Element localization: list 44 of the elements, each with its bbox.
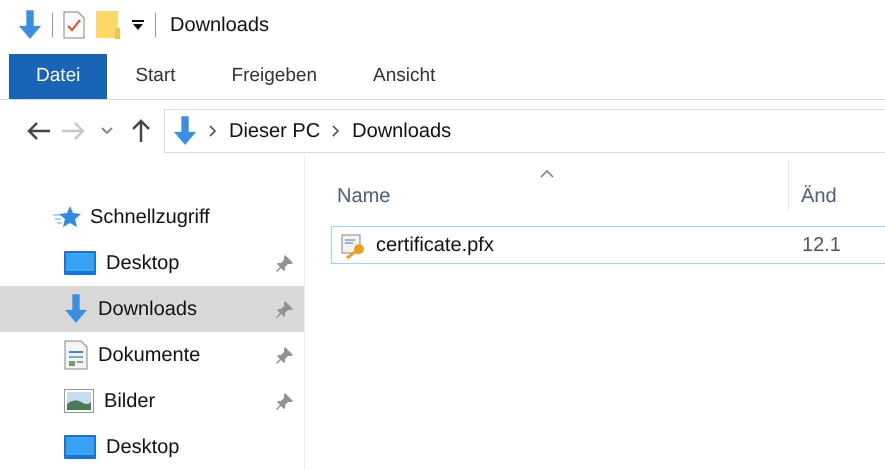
download-arrow-icon xyxy=(18,10,42,40)
breadcrumb[interactable]: Dieser PC xyxy=(229,120,320,143)
download-arrow-icon xyxy=(64,294,88,324)
document-icon xyxy=(64,340,88,370)
sidebar-item-label: Bilder xyxy=(104,390,156,413)
dropdown-icon[interactable] xyxy=(131,19,145,32)
chevron-down-icon[interactable] xyxy=(101,127,113,136)
star-icon xyxy=(52,205,82,230)
sidebar-item-label: Desktop xyxy=(106,436,180,459)
monitor-icon xyxy=(64,251,96,276)
file-name: certificate.pfx xyxy=(376,234,494,257)
sidebar-item[interactable]: Bilder xyxy=(0,378,304,424)
pin-icon[interactable] xyxy=(276,300,294,318)
chevron-right-icon[interactable] xyxy=(332,125,340,138)
column-header[interactable]: Änd xyxy=(789,160,837,210)
landscape-image-icon xyxy=(64,389,94,414)
ribbon-tab[interactable]: Ansicht xyxy=(345,54,464,99)
sidebar-item[interactable]: Desktop xyxy=(0,424,304,470)
download-arrow-icon xyxy=(173,116,197,146)
sidebar-item[interactable]: Desktop xyxy=(0,240,304,286)
date-cell-text: 12.1 xyxy=(801,234,841,257)
window-title: Downloads xyxy=(170,14,269,37)
checklist-document-icon[interactable] xyxy=(63,11,85,40)
sidebar-item-label: Desktop xyxy=(106,252,180,275)
pin-icon[interactable] xyxy=(276,346,294,364)
pin-icon[interactable] xyxy=(276,254,294,272)
chevron-right-icon[interactable] xyxy=(209,125,217,138)
sidebar-item-label: Downloads xyxy=(98,298,198,321)
column-header[interactable]: Name xyxy=(305,160,789,210)
quick-access-label[interactable]: Schnellzugriff xyxy=(90,206,304,229)
sort-caret-icon xyxy=(540,170,554,178)
sidebar-item-label: Dokumente xyxy=(98,344,202,367)
address-bar[interactable]: Dieser PC Downloads xyxy=(164,109,885,154)
file-row[interactable]: certificate.pfx 12.1 xyxy=(331,226,885,264)
monitor-icon xyxy=(64,435,96,460)
back-arrow-icon[interactable] xyxy=(27,121,51,142)
ribbon-tab[interactable]: Datei xyxy=(9,54,108,99)
breadcrumb[interactable]: Downloads xyxy=(352,120,452,143)
sidebar-item[interactable]: Downloads xyxy=(0,286,304,332)
ribbon-tab[interactable]: Freigeben xyxy=(203,54,346,99)
up-arrow-icon[interactable] xyxy=(131,119,151,144)
sidebar-item[interactable]: Dokumente xyxy=(0,332,304,378)
pin-icon[interactable] xyxy=(276,392,294,410)
ribbon-tab[interactable]: Start xyxy=(107,54,204,99)
